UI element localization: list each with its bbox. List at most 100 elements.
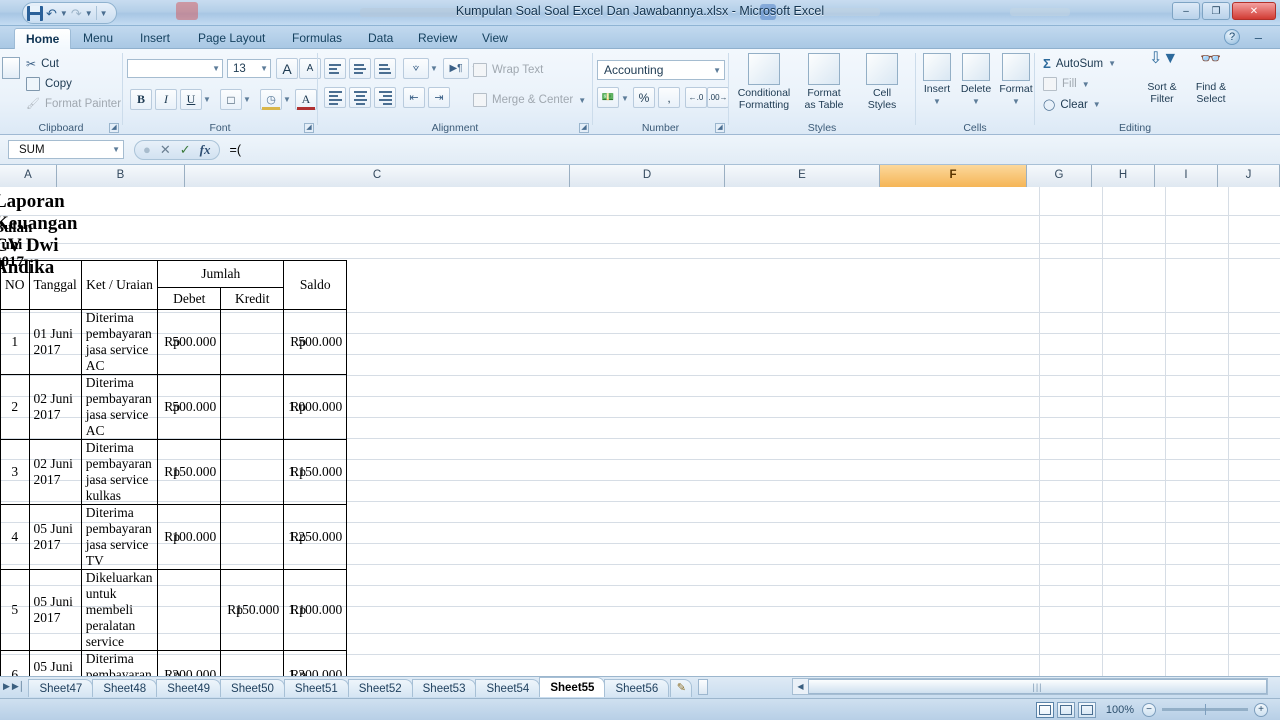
column-header-f[interactable]: F: [880, 165, 1027, 187]
zoom-track[interactable]: [1162, 708, 1248, 711]
cell-saldo[interactable]: Rp500.000: [284, 310, 347, 375]
autosum-dropdown-icon[interactable]: ▼: [1108, 59, 1116, 68]
cell-saldo[interactable]: Rp1.250.000: [284, 505, 347, 570]
insert-function-button[interactable]: fx: [200, 143, 211, 156]
paste-button[interactable]: [2, 57, 22, 92]
cell-tanggal[interactable]: 02 Juni 2017: [29, 375, 81, 440]
clipboard-dialog-launcher[interactable]: ◢: [109, 123, 119, 133]
decrease-decimal-button[interactable]: .00→: [707, 87, 729, 108]
fill-dropdown-icon[interactable]: ▼: [1082, 80, 1090, 89]
sheet-tab-sheet51[interactable]: Sheet51: [284, 679, 349, 697]
fill-button[interactable]: Fill ▼: [1043, 77, 1090, 91]
tab-formulas[interactable]: Formulas: [281, 28, 353, 49]
view-buttons[interactable]: [1036, 702, 1096, 718]
column-header-h[interactable]: H: [1092, 165, 1155, 187]
sheet-tab-sheet56[interactable]: Sheet56: [604, 679, 669, 697]
zoom-slider[interactable]: − +: [1142, 703, 1268, 717]
cell-debet[interactable]: Rp100.000: [158, 505, 221, 570]
minimize-ribbon-icon[interactable]: –: [1255, 30, 1262, 45]
scroll-left-icon[interactable]: ◀: [793, 679, 808, 694]
cancel-formula-button[interactable]: ✕: [160, 143, 171, 156]
find-select-button[interactable]: 👓 Find & Select: [1185, 53, 1237, 105]
font-dialog-launcher[interactable]: ◢: [304, 123, 314, 133]
formula-input[interactable]: =(: [230, 143, 1280, 157]
cell-no[interactable]: 6: [1, 651, 30, 677]
cell-ket[interactable]: Diterima pembayaran jasa service AC: [81, 375, 157, 440]
sheet-tab-sheet52[interactable]: Sheet52: [348, 679, 413, 697]
cell-tanggal[interactable]: 01 Juni 2017: [29, 310, 81, 375]
cell-styles-button[interactable]: Cell Styles: [853, 53, 911, 111]
increase-indent-button[interactable]: ⇥: [428, 87, 450, 108]
cell-kredit[interactable]: [221, 505, 284, 570]
tab-insert[interactable]: Insert: [129, 28, 181, 49]
tab-data[interactable]: Data: [357, 28, 404, 49]
cell-ket[interactable]: Dikeluarkan untuk membeli peralatan serv…: [81, 570, 157, 651]
sheet-tab-sheet49[interactable]: Sheet49: [156, 679, 221, 697]
column-header-c[interactable]: C: [185, 165, 570, 187]
cell-kredit[interactable]: [221, 651, 284, 677]
zoom-in-button[interactable]: +: [1254, 703, 1268, 717]
fill-color-dropdown-icon[interactable]: ▼: [283, 95, 291, 104]
decrease-indent-button[interactable]: ⇤: [403, 87, 425, 108]
tab-home[interactable]: Home: [14, 28, 71, 49]
underline-button[interactable]: U: [180, 89, 202, 110]
alignment-dialog-launcher[interactable]: ◢: [579, 123, 589, 133]
merge-center-dropdown-icon[interactable]: ▼: [578, 96, 586, 105]
borders-dropdown-icon[interactable]: ▼: [243, 95, 251, 104]
font-size-input[interactable]: 13 ▼: [227, 59, 271, 78]
cell-ket[interactable]: Diterima pembayaran jasa service AC: [81, 310, 157, 375]
normal-view-button[interactable]: [1036, 702, 1054, 718]
sheet-tab-sheet54[interactable]: Sheet54: [475, 679, 540, 697]
sheet-nav-buttons[interactable]: ▶ ▶│: [0, 677, 28, 692]
cell-kredit[interactable]: [221, 310, 284, 375]
cell-tanggal[interactable]: 05 Juni 2017: [29, 505, 81, 570]
last-sheet-icon[interactable]: ▶│: [12, 681, 25, 692]
merge-center-button[interactable]: Merge & Center ▼: [473, 93, 586, 107]
format-as-table-button[interactable]: Format as Table: [795, 53, 853, 111]
align-right-button[interactable]: [374, 87, 396, 108]
chevron-down-icon[interactable]: ▼: [112, 145, 120, 154]
tab-review[interactable]: Review: [407, 28, 468, 49]
accounting-dropdown-icon[interactable]: ▼: [621, 94, 629, 103]
align-middle-button[interactable]: [349, 58, 371, 79]
window-controls[interactable]: – ❐ ✕: [1172, 2, 1276, 20]
sheet-tab-sheet47[interactable]: Sheet47: [28, 679, 93, 697]
align-bottom-button[interactable]: [374, 58, 396, 79]
grow-font-button[interactable]: A: [276, 58, 298, 79]
delete-cells-button[interactable]: Delete ▼: [956, 53, 996, 107]
cell-saldo[interactable]: Rp1.000.000: [284, 375, 347, 440]
column-header-g[interactable]: G: [1027, 165, 1092, 187]
cell-kredit[interactable]: [221, 440, 284, 505]
cell-ket[interactable]: Diterima pembayaran service AC: [81, 651, 157, 677]
conditional-formatting-button[interactable]: Conditional Formatting: [735, 53, 793, 111]
cell-debet[interactable]: Rp500.000: [158, 310, 221, 375]
cell-saldo[interactable]: Rp1.100.000: [284, 570, 347, 651]
enter-formula-button[interactable]: ✓: [180, 143, 191, 156]
cell-tanggal[interactable]: 05 Juni 2017: [29, 570, 81, 651]
cut-button[interactable]: ✂ Cut: [26, 57, 59, 71]
wrap-text-button[interactable]: Wrap Text: [473, 63, 543, 77]
close-button[interactable]: ✕: [1232, 2, 1276, 20]
cell-no[interactable]: 1: [1, 310, 30, 375]
column-header-j[interactable]: J: [1218, 165, 1280, 187]
worksheet-grid[interactable]: Laporan Keuangan CV Dwi Andika Bulan Jun…: [0, 187, 1280, 676]
bold-button[interactable]: B: [130, 89, 152, 110]
horizontal-scrollbar[interactable]: ◀ |||: [792, 678, 1268, 695]
tab-page-layout[interactable]: Page Layout: [187, 28, 276, 49]
minimize-button[interactable]: –: [1172, 2, 1200, 20]
sheet-tab-sheet53[interactable]: Sheet53: [412, 679, 477, 697]
clear-dropdown-icon[interactable]: ▼: [1093, 100, 1101, 109]
sheet-tab-sheet50[interactable]: Sheet50: [220, 679, 285, 697]
cell-no[interactable]: 3: [1, 440, 30, 505]
cell-kredit[interactable]: Rp150.000: [221, 570, 284, 651]
clear-button[interactable]: ◯ Clear ▼: [1043, 98, 1101, 111]
cell-kredit[interactable]: [221, 375, 284, 440]
cell-debet[interactable]: [158, 570, 221, 651]
number-format-select[interactable]: Accounting ▼: [597, 60, 725, 80]
sort-filter-button[interactable]: ⇩▼ Sort & Filter: [1137, 53, 1187, 105]
comma-format-button[interactable]: ,: [658, 87, 680, 108]
font-name-input[interactable]: ▼: [127, 59, 223, 78]
align-top-button[interactable]: [324, 58, 346, 79]
maximize-button[interactable]: ❐: [1202, 2, 1230, 20]
sheet-tab-sheet48[interactable]: Sheet48: [92, 679, 157, 697]
